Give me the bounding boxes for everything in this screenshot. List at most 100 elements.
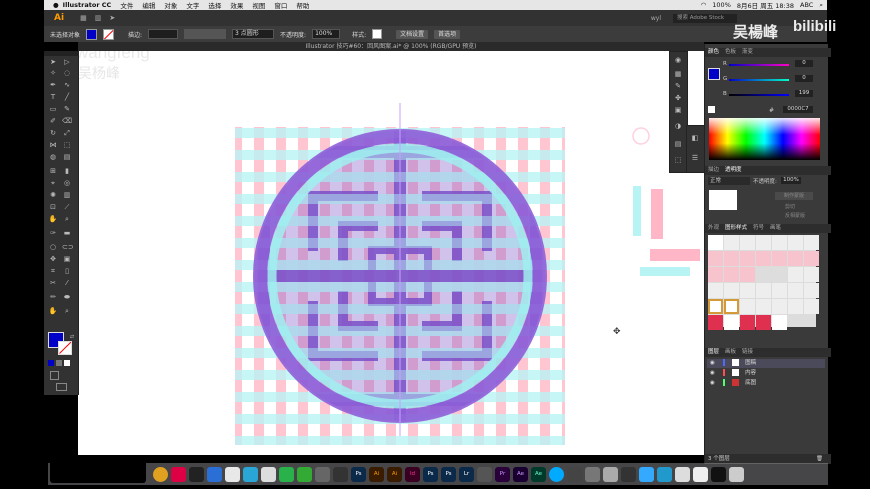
bridge-icon[interactable]: ▦ [80, 14, 87, 22]
fill-swatch[interactable] [86, 28, 98, 40]
style-swatch[interactable] [788, 267, 803, 282]
chart-tool[interactable]: ▯ [62, 267, 72, 275]
app-icon[interactable] [585, 466, 600, 482]
style-swatch[interactable] [724, 235, 739, 250]
mesh-tool[interactable]: ⊞ [48, 167, 58, 175]
style-swatch[interactable] [708, 251, 723, 266]
style-swatch[interactable] [708, 267, 723, 282]
app-icon[interactable] [333, 466, 348, 482]
qq-icon[interactable] [189, 466, 204, 482]
menu-type[interactable]: 文字 [186, 0, 199, 10]
symbols-icon[interactable]: ✤ [673, 94, 683, 102]
style-swatch[interactable] [788, 283, 803, 298]
style-swatch[interactable] [724, 251, 739, 266]
app-icon[interactable] [171, 466, 186, 482]
hand-tool[interactable]: ✋ [48, 215, 58, 223]
style-swatch[interactable] [708, 299, 723, 314]
style-swatch[interactable] [724, 283, 739, 298]
small-circle[interactable] [632, 127, 650, 145]
style-swatch[interactable] [772, 235, 787, 250]
eraser-tool[interactable]: ⌫ [62, 117, 72, 125]
app-icon[interactable] [243, 466, 258, 482]
rectangle-tool[interactable]: ▭ [48, 105, 58, 113]
ellipse-tool[interactable]: ○ [48, 243, 58, 251]
stock-search[interactable]: 搜索 Adobe Stock [673, 13, 737, 23]
premiere-icon[interactable]: Pr [495, 466, 510, 482]
app-icon[interactable] [639, 466, 654, 482]
slice-tool[interactable]: ⟋ [62, 203, 72, 211]
brush-field[interactable]: 3 点圆形 [232, 29, 275, 39]
none-mode-icon[interactable] [64, 360, 70, 366]
style-swatch[interactable] [772, 315, 787, 330]
app-icon[interactable] [657, 466, 672, 482]
style-swatch[interactable] [708, 315, 723, 330]
cyan-hbar[interactable] [640, 267, 690, 276]
eye-icon[interactable]: ◉ [710, 370, 715, 376]
selection-tool[interactable]: ➤ [48, 58, 58, 66]
b-slider[interactable] [729, 94, 789, 96]
color-guide-icon[interactable]: ◉ [673, 56, 683, 64]
layer-row[interactable]: ◉ 底图 [707, 379, 825, 388]
rotate-tool[interactable]: ↻ [48, 129, 58, 137]
menu-effect[interactable]: 效果 [230, 0, 243, 10]
symbol-sprayer-tool[interactable]: ✺ [48, 191, 58, 199]
lightroom-icon[interactable]: Lr [459, 466, 474, 482]
app-icon[interactable] [477, 466, 492, 482]
curvature-tool[interactable]: ∿ [62, 81, 72, 89]
graphic-styles-icon[interactable]: ▣ [673, 106, 683, 114]
style-swatch[interactable] [756, 299, 771, 314]
style-swatch[interactable] [724, 299, 739, 314]
app-icon[interactable] [711, 466, 726, 482]
stroke-weight-field[interactable] [148, 29, 179, 39]
gradient-mode-icon[interactable] [56, 360, 62, 366]
pen-tool[interactable]: ✒ [48, 81, 58, 89]
style-swatch[interactable] [756, 283, 771, 298]
document-setup-button[interactable]: 文档设置 [396, 29, 429, 39]
menu-object[interactable]: 对象 [164, 0, 177, 10]
style-swatch[interactable] [756, 267, 771, 282]
app-icon[interactable] [315, 466, 330, 482]
wifi-icon[interactable]: ◠ [701, 1, 707, 9]
fill-mode-icon[interactable] [48, 360, 54, 366]
width-tool[interactable]: ⋈ [48, 141, 58, 149]
clock[interactable]: 8月6日 周五 18:38 [737, 0, 794, 10]
workspace-switcher[interactable]: wyl [651, 15, 661, 22]
g-slider[interactable] [729, 79, 789, 81]
b-field[interactable]: 199 [795, 90, 813, 97]
style-swatch[interactable] [772, 299, 787, 314]
menu-window[interactable]: 窗口 [274, 0, 287, 10]
app-icon[interactable] [261, 466, 276, 482]
menu-edit[interactable]: 编辑 [142, 0, 155, 10]
blob-tool[interactable]: ⬬ [62, 293, 72, 301]
tab-appearance[interactable]: 外观 [708, 224, 719, 233]
pan-tool[interactable]: ✋ [48, 307, 58, 315]
input-source[interactable]: ABC [800, 1, 813, 9]
menu-file[interactable]: 文件 [120, 0, 133, 10]
style-swatch[interactable] [788, 251, 803, 266]
style-swatch[interactable] [804, 235, 819, 250]
style-swatch[interactable] [740, 299, 755, 314]
style-swatch[interactable] [756, 251, 771, 266]
crop-tool[interactable]: ⌗ [48, 267, 58, 275]
align-icon[interactable]: ▤ [673, 140, 683, 148]
shaper-tool[interactable]: ✐ [48, 117, 58, 125]
tab-transparency[interactable]: 透明度 [725, 166, 742, 175]
graph-tool[interactable]: ▥ [62, 191, 72, 199]
style-swatch[interactable] [804, 299, 819, 314]
transform-icon[interactable]: ⬚ [673, 156, 683, 164]
layer-row[interactable]: ◉ 图稿 [707, 359, 825, 368]
blend-tool[interactable]: ◎ [62, 179, 72, 187]
gradient-tool[interactable]: ▮ [62, 167, 72, 175]
after-effects-icon[interactable]: Ae [531, 466, 546, 482]
screen-mode-icon[interactable] [56, 383, 67, 391]
invert-mask-checkbox[interactable]: 反相蒙版 [785, 212, 805, 219]
g-field[interactable]: 0 [795, 75, 813, 82]
tab-symbols[interactable]: 符号 [753, 224, 764, 233]
artboard-canvas[interactable]: ✥ wangfeng 吴杨峰 [78, 51, 704, 455]
tab-artboards[interactable]: 画板 [725, 348, 736, 357]
variable-width-field[interactable] [184, 29, 227, 39]
app-icon[interactable] [207, 466, 222, 482]
style-swatch[interactable] [772, 283, 787, 298]
measure-tool[interactable]: ▬ [62, 229, 72, 237]
tab-graphic-styles[interactable]: 图形样式 [725, 224, 747, 233]
